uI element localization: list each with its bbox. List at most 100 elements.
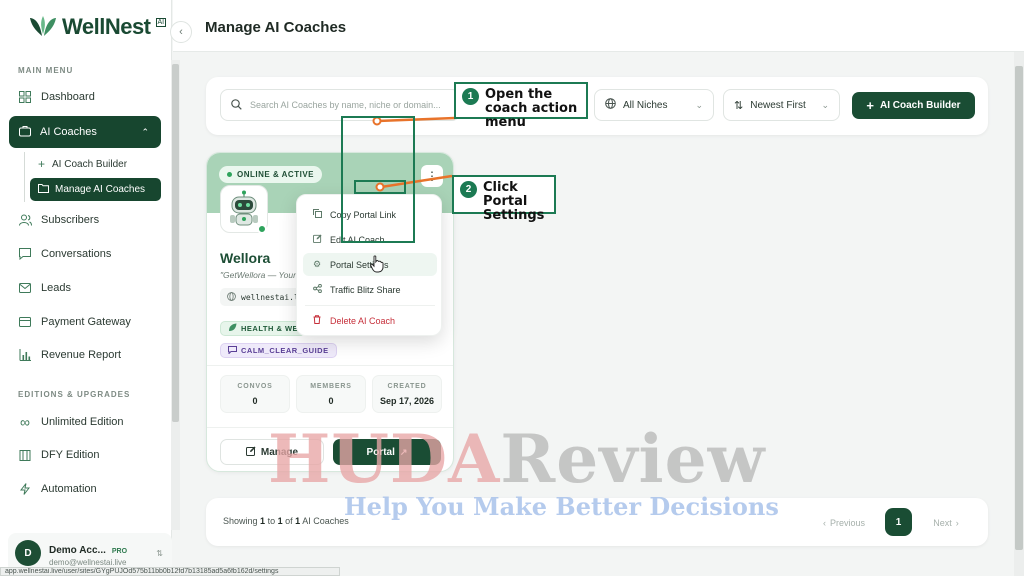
sidebar-item-ai-coaches[interactable]: AI Coaches ⌃ xyxy=(9,116,161,148)
highlight-box xyxy=(354,180,406,194)
step-number: 2 xyxy=(460,181,477,198)
link-preview-status-bar: app.wellnestai.live/user/sites/GYgPUJOd5… xyxy=(0,567,340,576)
pagination-summary: Showing 1 to 1 of 1 AI Coaches xyxy=(223,516,349,526)
next-page-button[interactable]: Next › xyxy=(918,509,974,536)
globe-icon xyxy=(605,98,616,112)
watermark-part: Review xyxy=(500,420,766,498)
status-label: ONLINE & ACTIVE xyxy=(237,170,314,179)
step-number: 1 xyxy=(462,88,479,105)
coach-domain: wellnestai.li xyxy=(241,292,304,302)
sidebar-item-revenue-report[interactable]: Revenue Report xyxy=(18,348,121,362)
grid-icon xyxy=(18,90,32,104)
sidebar-item-leads[interactable]: Leads xyxy=(18,281,71,295)
pagination-text: to xyxy=(267,516,276,526)
pagination-to: 1 xyxy=(277,516,283,526)
sidebar-item-dfy-edition[interactable]: DFY Edition xyxy=(18,448,100,462)
globe-icon xyxy=(227,291,236,303)
chat-icon xyxy=(18,247,32,261)
message-icon xyxy=(228,345,237,356)
mail-icon xyxy=(18,281,32,295)
stat-value: Sep 17, 2026 xyxy=(379,396,435,406)
stat-value: 0 xyxy=(252,396,258,406)
stat-label: MEMBERS xyxy=(310,383,352,390)
sidebar-item-dashboard[interactable]: Dashboard xyxy=(18,90,95,104)
coach-action-menu-button[interactable]: ⋮ xyxy=(421,165,443,187)
avatar: D xyxy=(15,540,41,566)
chevron-down-icon: ⌄ xyxy=(695,99,703,110)
sidebar-item-label: Automation xyxy=(41,483,97,495)
pagination-text: Showing xyxy=(223,516,258,526)
sidebar-item-automation[interactable]: Automation xyxy=(18,482,97,496)
stat-convos: CONVOS 0 xyxy=(220,375,290,413)
watermark-title: HUDAReview xyxy=(268,420,765,498)
filter-toolbar: Search AI Coaches by name, niche or doma… xyxy=(206,77,988,135)
sidebar: WellNest AI MAIN MENU Dashboard AI Coach… xyxy=(0,0,172,576)
sidebar-item-label: Payment Gateway xyxy=(41,316,131,328)
chevron-left-icon: ‹ xyxy=(179,26,183,38)
bar-chart-icon xyxy=(18,348,32,362)
users-icon xyxy=(18,213,32,227)
niche-tag-label: HEALTH & WE xyxy=(241,324,299,333)
card-icon xyxy=(18,315,32,329)
menu-item-delete-ai-coach[interactable]: Delete AI Coach xyxy=(303,309,437,332)
hand-cursor-icon xyxy=(370,255,384,273)
previous-label: Previous xyxy=(829,517,865,528)
previous-page-button[interactable]: ‹ Previous xyxy=(810,509,878,536)
persona-tag-label: CALM_CLEAR_GUIDE xyxy=(241,346,329,355)
pagination-from: 1 xyxy=(260,516,266,526)
edit-icon xyxy=(245,446,256,459)
ai-coach-builder-button[interactable]: + AI Coach Builder xyxy=(852,92,975,119)
sidebar-item-label: Revenue Report xyxy=(41,349,122,361)
leaf-icon xyxy=(228,323,237,334)
sidebar-item-label: Conversations xyxy=(41,248,112,260)
pagination-text: of xyxy=(285,516,293,526)
sidebar-item-label: Unlimited Edition xyxy=(41,416,124,428)
editions-label: EDITIONS & UPGRADES xyxy=(18,390,131,399)
niche-select[interactable]: All Niches ⌄ xyxy=(594,89,714,121)
sidebar-item-label: AI Coach Builder xyxy=(52,158,128,170)
folder-icon xyxy=(38,183,49,196)
collapse-sidebar-button[interactable]: ‹ xyxy=(170,21,192,43)
account-email: demo@wellnestai.live xyxy=(49,557,127,567)
stat-created: CREATED Sep 17, 2026 xyxy=(372,375,442,413)
sidebar-item-payment-gateway[interactable]: Payment Gateway xyxy=(18,315,131,329)
sort-select[interactable]: ⇅ Newest First ⌄ xyxy=(723,89,840,121)
brand-badge: AI xyxy=(155,18,167,27)
niche-select-value: All Niches xyxy=(623,99,668,111)
copy-icon xyxy=(312,209,322,220)
more-vertical-icon: ⋮ xyxy=(426,169,438,183)
menu-item-traffic-blitz-share[interactable]: Traffic Blitz Share xyxy=(303,278,437,301)
stat-value: 0 xyxy=(328,396,334,406)
stat-members: MEMBERS 0 xyxy=(296,375,366,413)
pagination-total: 1 xyxy=(295,516,301,526)
stat-label: CREATED xyxy=(387,383,427,390)
stat-label: CONVOS xyxy=(237,383,273,390)
menu-item-label: Traffic Blitz Share xyxy=(330,284,401,295)
sidebar-scrollbar-thumb[interactable] xyxy=(172,64,179,422)
page-number-button[interactable]: 1 xyxy=(885,508,912,536)
chevron-down-icon: ⌄ xyxy=(821,99,829,110)
search-icon xyxy=(231,98,242,112)
briefcase-icon xyxy=(19,125,31,140)
persona-tag: CALM_CLEAR_GUIDE xyxy=(220,343,337,358)
trash-icon xyxy=(312,315,322,326)
infinity-icon: ∞ xyxy=(20,414,30,430)
sidebar-item-unlimited-edition[interactable]: ∞ Unlimited Edition xyxy=(18,414,124,430)
brand-logo[interactable]: WellNest AI xyxy=(28,14,167,40)
sidebar-item-ai-coach-builder[interactable]: + AI Coach Builder xyxy=(38,157,127,171)
main-menu-label: MAIN MENU xyxy=(18,66,74,75)
callout-step-1: 1 Open the coach action menu xyxy=(454,82,588,130)
menu-divider xyxy=(305,305,435,306)
sidebar-item-manage-ai-coaches[interactable]: Manage AI Coaches xyxy=(30,178,161,201)
sidebar-item-label: AI Coaches xyxy=(40,126,97,138)
callout-text: Open the coach action menu xyxy=(485,87,578,130)
search-input[interactable]: Search AI Coaches by name, niche or doma… xyxy=(220,89,460,121)
sidebar-item-conversations[interactable]: Conversations xyxy=(18,247,111,261)
menu-item-label: Delete AI Coach xyxy=(330,315,396,326)
leaf-logo-icon xyxy=(30,16,56,36)
coach-name: Wellora xyxy=(220,250,271,266)
submenu-guide-line xyxy=(24,152,25,202)
page-scrollbar-thumb[interactable] xyxy=(1015,66,1023,550)
chevron-updown-icon: ⇅ xyxy=(156,548,163,558)
sidebar-item-subscribers[interactable]: Subscribers xyxy=(18,213,99,227)
